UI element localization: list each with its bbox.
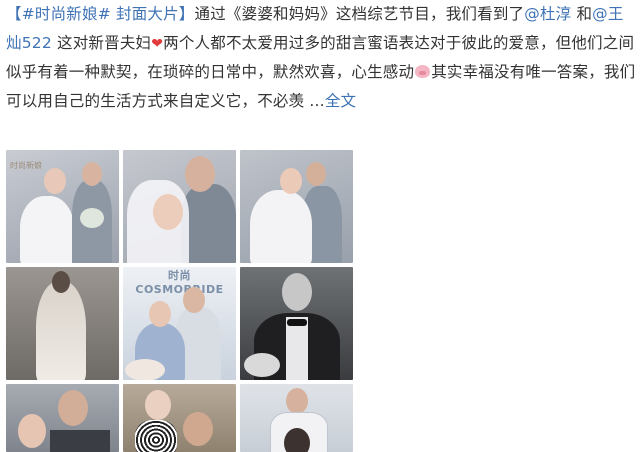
heart-icon: ❤ (151, 35, 164, 52)
groom-face (183, 412, 213, 446)
photo-7[interactable] (6, 384, 119, 452)
bride-head (52, 271, 70, 293)
bride-figure (250, 190, 312, 263)
photo-4[interactable] (6, 267, 119, 380)
post-text-part: 通过《婆婆和妈妈》这档综艺节目，我们看到了 (194, 5, 525, 23)
photo-1[interactable]: 时尚新娘 (6, 150, 119, 263)
bride-face (44, 168, 66, 194)
photo-2[interactable] (123, 150, 236, 263)
groom-face (286, 388, 308, 414)
bride-face (149, 301, 171, 327)
hashtag-link[interactable]: 【#时尚新娘# 封面大片】 (6, 5, 195, 23)
groom-face (82, 162, 102, 186)
photo-8[interactable] (123, 384, 236, 452)
groom-face (58, 390, 88, 426)
flowers (125, 359, 165, 380)
bow-tie (287, 319, 307, 326)
bride-face (18, 414, 46, 448)
shirt (286, 317, 308, 380)
mention-du-chun[interactable]: @杜淳 (524, 5, 571, 23)
photo-6[interactable] (240, 267, 353, 380)
groom-suit (50, 430, 110, 452)
post-text-part: 和 (571, 5, 593, 23)
photo-logo: 时尚新娘 (10, 161, 42, 170)
bouquet (80, 208, 104, 228)
photo-3[interactable] (240, 150, 353, 263)
groom-face (183, 287, 205, 313)
groom-face (282, 273, 312, 311)
bride-face (153, 194, 183, 230)
groom-figure (181, 184, 236, 263)
bride-dress (135, 420, 177, 452)
bride-figure (20, 196, 74, 263)
bride-face (145, 390, 171, 420)
post-text: 【#时尚新娘# 封面大片】通过《婆婆和妈妈》这档综艺节目，我们看到了@杜淳 和@… (6, 0, 636, 115)
post-text-part: 这对新晋夫妇 (51, 33, 152, 52)
weibo-post: 【#时尚新娘# 封面大片】通过《婆婆和妈妈》这档综艺节目，我们看到了@杜淳 和@… (0, 0, 641, 452)
gown-figure (36, 281, 86, 380)
groom-face (185, 156, 215, 192)
bride-face (280, 168, 302, 194)
photo-9[interactable] (240, 384, 353, 452)
photo-5[interactable]: 时尚 COSMOBRIDE (123, 267, 236, 380)
pig-emoji-icon (415, 65, 431, 78)
flowers (244, 353, 280, 377)
bride-head (284, 428, 310, 452)
groom-face (306, 162, 326, 186)
magazine-title: 时尚 COSMOBRIDE (135, 269, 224, 296)
full-text-link[interactable]: 全文 (325, 92, 356, 110)
